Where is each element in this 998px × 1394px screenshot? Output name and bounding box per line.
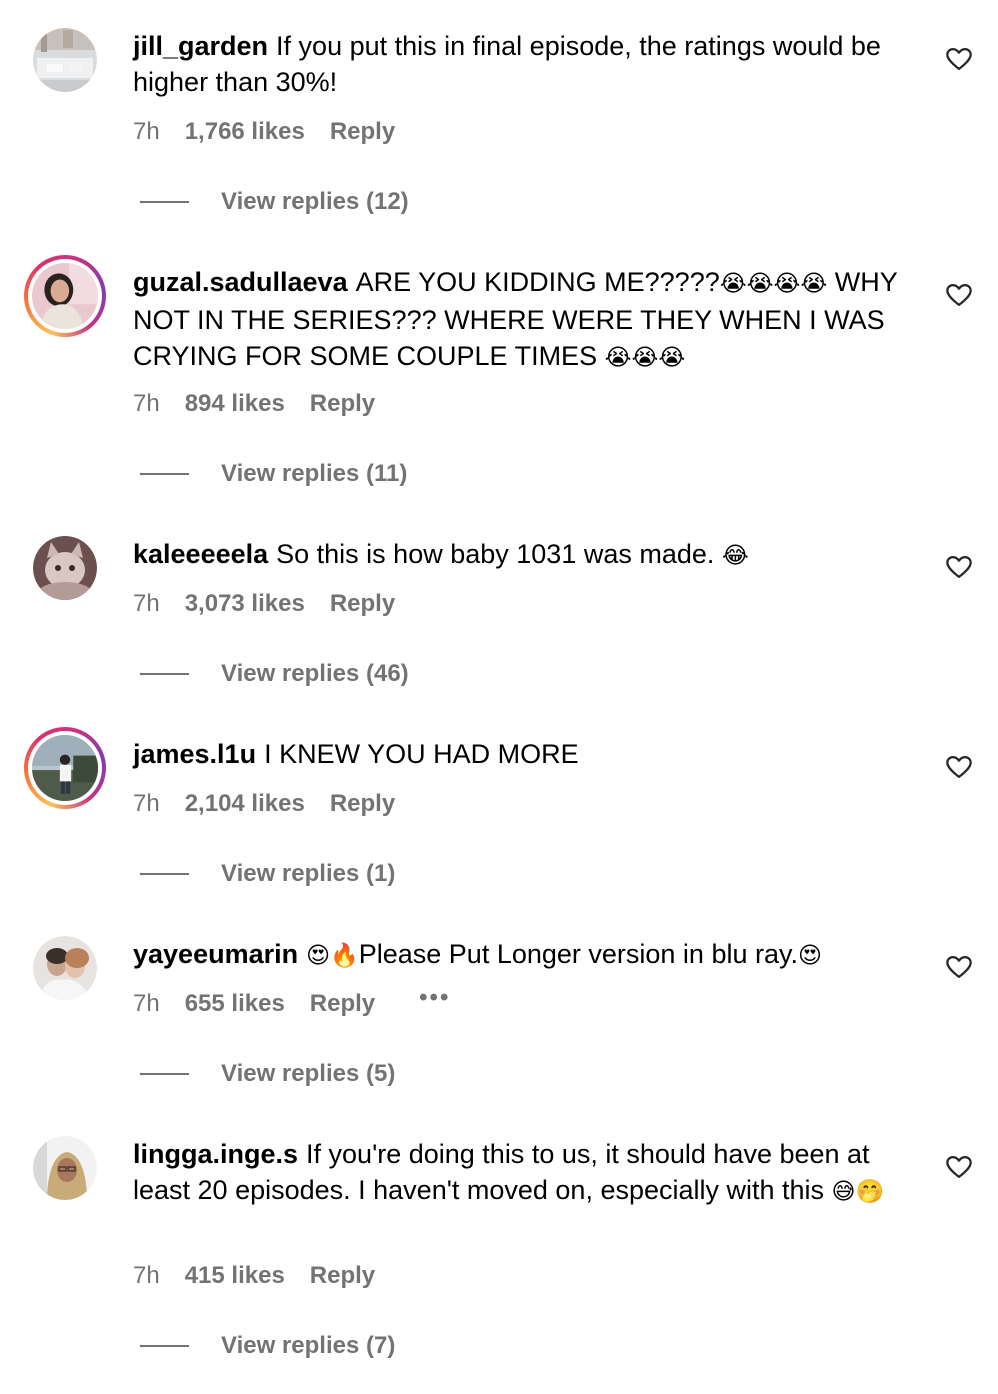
comment-meta: 7h 3,073 likes Reply bbox=[133, 588, 395, 620]
comment-body: I KNEW YOU HAD MORE bbox=[264, 739, 579, 769]
view-replies-button[interactable]: View replies (7) bbox=[140, 1330, 395, 1362]
view-replies-label: View replies (11) bbox=[221, 460, 408, 487]
comment-time[interactable]: 7h bbox=[133, 590, 160, 618]
avatar[interactable] bbox=[33, 1136, 97, 1200]
comment-meta: 7h 655 likes Reply ••• bbox=[133, 984, 450, 1020]
comment-time[interactable]: 7h bbox=[133, 118, 160, 146]
comment-username[interactable]: jill_garden bbox=[133, 31, 268, 61]
emoji: 😅🤭 bbox=[831, 1179, 885, 1205]
reply-button[interactable]: Reply bbox=[330, 790, 395, 818]
comment-likes[interactable]: 2,104 likes bbox=[185, 790, 305, 818]
comment-text: james.l1u I KNEW YOU HAD MORE bbox=[133, 736, 918, 772]
divider-line bbox=[140, 1345, 189, 1347]
comment-username[interactable]: james.l1u bbox=[133, 739, 256, 769]
comment-likes[interactable]: 655 likes bbox=[185, 990, 285, 1018]
heart-outline-icon[interactable] bbox=[945, 953, 973, 981]
emoji: 😭😭😭 bbox=[604, 345, 686, 371]
divider-line bbox=[140, 201, 189, 203]
view-replies-button[interactable]: View replies (11) bbox=[140, 458, 407, 490]
heart-outline-icon[interactable] bbox=[945, 553, 973, 581]
reply-button[interactable]: Reply bbox=[330, 118, 395, 146]
comment-text: guzal.sadullaeva ARE YOU KIDDING ME?????😭… bbox=[133, 264, 918, 376]
comment-meta: 7h 2,104 likes Reply bbox=[133, 788, 395, 820]
emoji: 😍 bbox=[798, 943, 822, 969]
emoji: 😍🔥 bbox=[306, 943, 359, 969]
comment-time[interactable]: 7h bbox=[133, 1262, 160, 1290]
divider-line bbox=[140, 473, 189, 475]
comment-meta: 7h 415 likes Reply bbox=[133, 1260, 375, 1292]
comment-username[interactable]: kaleeeeela bbox=[133, 539, 268, 569]
heart-outline-icon[interactable] bbox=[945, 1153, 973, 1181]
comment-meta: 7h 1,766 likes Reply bbox=[133, 116, 395, 148]
heart-outline-icon[interactable] bbox=[945, 753, 973, 781]
view-replies-button[interactable]: View replies (5) bbox=[140, 1058, 395, 1090]
avatar[interactable] bbox=[24, 727, 106, 809]
view-replies-label: View replies (7) bbox=[221, 1332, 396, 1359]
reply-button[interactable]: Reply bbox=[310, 1262, 375, 1290]
emoji: 😭😭😭😭 bbox=[719, 271, 828, 297]
reply-button[interactable]: Reply bbox=[310, 990, 375, 1018]
divider-line bbox=[140, 673, 189, 675]
view-replies-label: View replies (1) bbox=[221, 860, 396, 887]
comment-username[interactable]: guzal.sadullaeva bbox=[133, 267, 348, 297]
view-replies-button[interactable]: View replies (1) bbox=[140, 858, 395, 890]
view-replies-button[interactable]: View replies (12) bbox=[140, 186, 409, 218]
comment-time[interactable]: 7h bbox=[133, 390, 160, 418]
comment-meta: 7h 894 likes Reply bbox=[133, 388, 375, 420]
comment-likes[interactable]: 3,073 likes bbox=[185, 590, 305, 618]
comment-time[interactable]: 7h bbox=[133, 990, 160, 1018]
comment-username[interactable]: yayeeumarin bbox=[133, 939, 298, 969]
comment-text: jill_garden If you put this in final epis… bbox=[133, 28, 918, 100]
avatar[interactable] bbox=[33, 536, 97, 600]
comment-body: ARE YOU KIDDING ME????? bbox=[355, 267, 720, 297]
avatar[interactable] bbox=[33, 28, 97, 92]
view-replies-label: View replies (12) bbox=[221, 188, 409, 215]
reply-button[interactable]: Reply bbox=[330, 590, 395, 618]
comment-likes[interactable]: 415 likes bbox=[185, 1262, 285, 1290]
comment-username[interactable]: lingga.inge.s bbox=[133, 1139, 298, 1169]
reply-button[interactable]: Reply bbox=[310, 390, 375, 418]
emoji: 😂 bbox=[721, 543, 749, 569]
more-options-icon[interactable]: ••• bbox=[419, 984, 450, 1012]
divider-line bbox=[140, 1073, 189, 1075]
divider-line bbox=[140, 873, 189, 875]
comment-text: kaleeeeela So this is how baby 1031 was m… bbox=[133, 536, 918, 574]
view-replies-label: View replies (5) bbox=[221, 1060, 396, 1087]
heart-outline-icon[interactable] bbox=[945, 281, 973, 309]
avatar[interactable] bbox=[24, 255, 106, 337]
comment-text: yayeeumarin 😍🔥Please Put Longer version i… bbox=[133, 936, 918, 974]
heart-outline-icon[interactable] bbox=[945, 45, 973, 73]
comment-body: So this is how baby 1031 was made. bbox=[276, 539, 722, 569]
comment-likes[interactable]: 894 likes bbox=[185, 390, 285, 418]
view-replies-label: View replies (46) bbox=[221, 660, 409, 687]
comment-text: lingga.inge.s If you're doing this to us,… bbox=[133, 1136, 918, 1210]
comment-body: Please Put Longer version in blu ray. bbox=[358, 939, 798, 969]
comment-time[interactable]: 7h bbox=[133, 790, 160, 818]
comment-likes[interactable]: 1,766 likes bbox=[185, 118, 305, 146]
avatar[interactable] bbox=[33, 936, 97, 1000]
view-replies-button[interactable]: View replies (46) bbox=[140, 658, 409, 690]
